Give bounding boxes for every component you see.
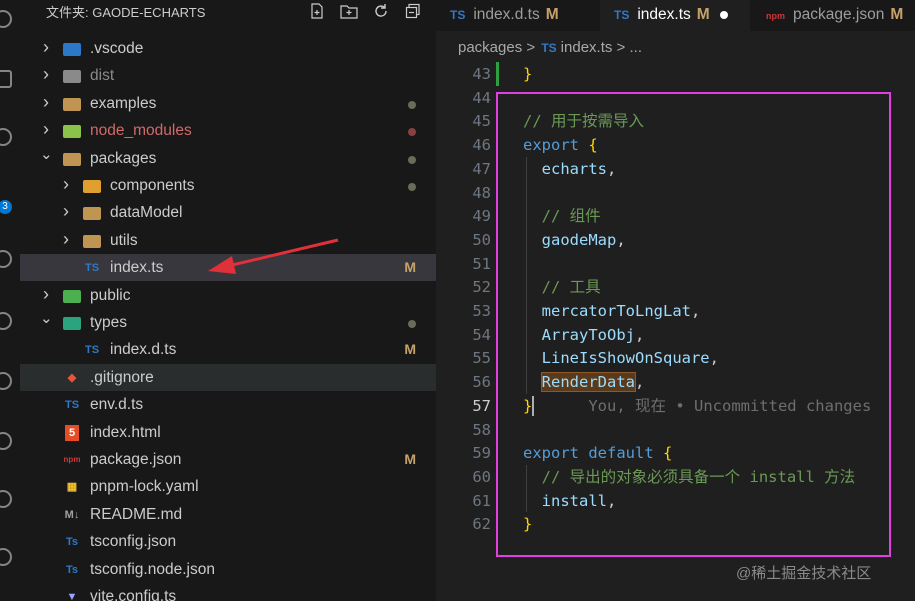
annotation-arrow bbox=[208, 238, 339, 274]
